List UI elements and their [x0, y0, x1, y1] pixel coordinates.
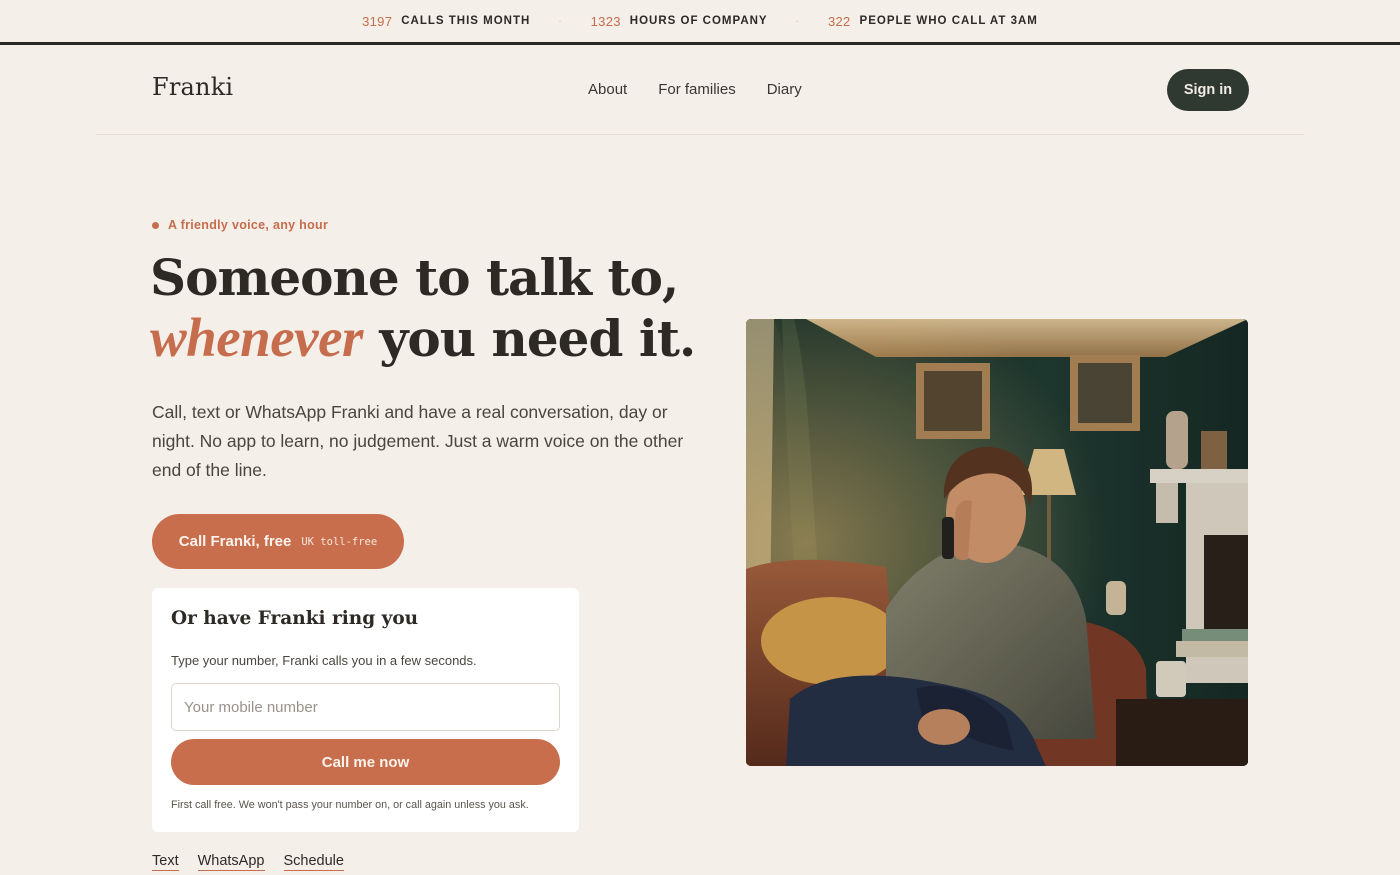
call-franki-button[interactable]: Call Franki, free UK toll-free: [152, 514, 404, 569]
card-footnote: First call free. We won't pass your numb…: [171, 799, 529, 811]
dot-icon: [152, 221, 159, 229]
headline-rest: you need it.: [362, 309, 696, 368]
stat-hours: 1323 HOURS OF COMPANY: [591, 14, 768, 29]
eyebrow-text: A friendly voice, any hour: [168, 218, 329, 232]
stat-calls: 3197 CALLS THIS MONTH: [362, 14, 530, 29]
cta-label: Call Franki, free: [178, 533, 292, 550]
stat-value: 3197: [362, 13, 393, 29]
headline-accent: whenever: [150, 307, 363, 368]
link-whatsapp[interactable]: WhatsApp: [197, 853, 265, 871]
hero-eyebrow: A friendly voice, any hour: [152, 218, 328, 232]
card-subtitle: Type your number, Franki calls you in a …: [171, 653, 477, 668]
call-me-now-button[interactable]: Call me now: [171, 739, 560, 785]
ring-me-card: Or have Franki ring you Type your number…: [152, 588, 579, 832]
stats-bar: 3197 CALLS THIS MONTH · 1323 HOURS OF CO…: [0, 0, 1400, 45]
brand-logo[interactable]: Franki: [152, 73, 233, 101]
stat-label: PEOPLE WHO CALL AT 3AM: [859, 15, 1038, 27]
hero-lede: Call, text or WhatsApp Franki and have a…: [152, 402, 684, 480]
sign-in-button[interactable]: Sign in: [1167, 69, 1249, 111]
stat-label: CALLS THIS MONTH: [401, 15, 531, 27]
alt-contact-links: Text WhatsApp Schedule: [152, 853, 344, 871]
cta-note: UK toll-free: [301, 535, 378, 548]
nav-about[interactable]: About: [588, 81, 627, 98]
site-header: Franki About For families Diary Sign in: [96, 45, 1304, 135]
hero-photo: [746, 319, 1248, 766]
stat-separator: ·: [795, 15, 800, 27]
stat-separator: ·: [558, 15, 563, 27]
nav-for-families[interactable]: For families: [658, 81, 736, 98]
stat-value: 1323: [590, 13, 621, 29]
hero-headline: Someone to talk to, whenever you need it…: [150, 248, 750, 369]
link-text[interactable]: Text: [152, 853, 179, 871]
mobile-number-input[interactable]: [171, 683, 560, 731]
stat-value: 322: [827, 13, 851, 29]
stat-3am: 322 PEOPLE WHO CALL AT 3AM: [828, 14, 1038, 29]
nav-diary[interactable]: Diary: [767, 81, 802, 98]
man-on-phone-illustration: [746, 319, 1248, 766]
card-title: Or have Franki ring you: [171, 608, 419, 629]
headline-line1: Someone to talk to,: [150, 248, 679, 307]
main-nav: About For families Diary: [588, 81, 802, 98]
stat-label: HOURS OF COMPANY: [629, 15, 768, 27]
link-schedule[interactable]: Schedule: [283, 853, 344, 871]
